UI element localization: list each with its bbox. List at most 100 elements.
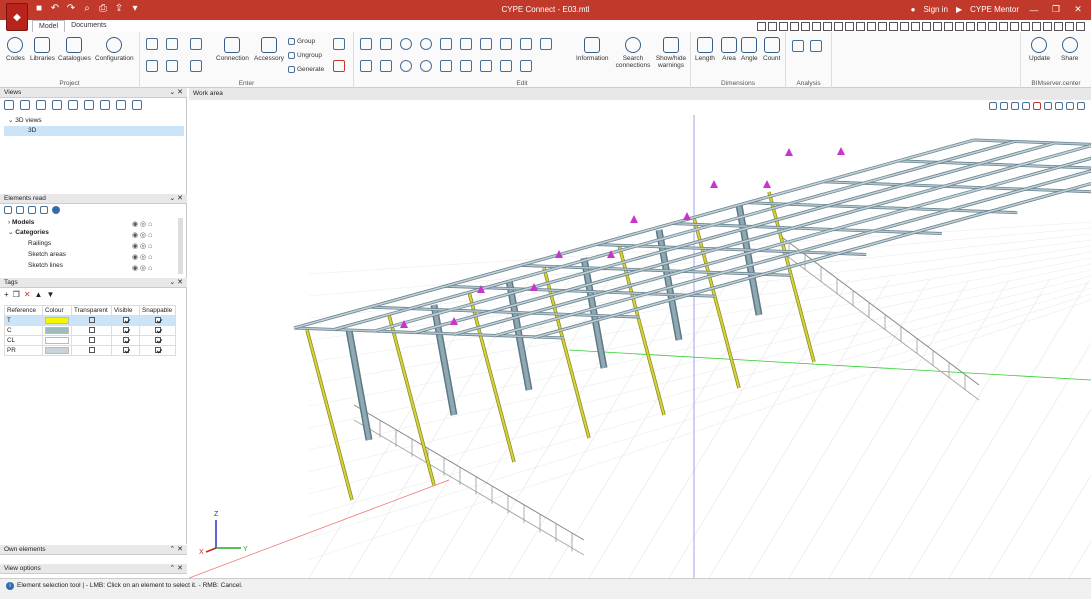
view-icon[interactable] xyxy=(889,22,898,31)
collapse-icon[interactable] xyxy=(16,206,24,214)
view-icon[interactable] xyxy=(988,22,997,31)
tag-snappable[interactable] xyxy=(139,325,176,336)
grid-line[interactable] xyxy=(988,280,1091,579)
ungroup-button[interactable]: Ungroup xyxy=(288,52,322,59)
view-icon[interactable] xyxy=(922,22,931,31)
grid-line[interactable] xyxy=(748,279,930,579)
column-icon[interactable] xyxy=(190,38,202,50)
minimize-button[interactable]: — xyxy=(1027,5,1041,15)
colour-swatch[interactable] xyxy=(45,336,69,344)
generate-button[interactable]: Generate xyxy=(288,66,324,73)
tree-3d-view-selected[interactable]: 3D xyxy=(4,126,184,136)
update-button[interactable]: Update xyxy=(1029,37,1050,62)
layers-icon[interactable] xyxy=(1055,102,1063,110)
close-button[interactable]: ✕ xyxy=(1071,4,1085,15)
plate-icon[interactable] xyxy=(166,60,178,72)
view-icon[interactable] xyxy=(944,22,953,31)
extend-icon[interactable] xyxy=(460,38,472,50)
connection-marker[interactable] xyxy=(763,180,771,188)
section-box-icon[interactable] xyxy=(1033,102,1041,110)
filter-icon[interactable] xyxy=(1077,102,1085,110)
eye-icon[interactable]: ◉ ◎ ⌂ xyxy=(132,252,152,263)
group-button[interactable]: Group xyxy=(288,38,315,45)
view-icon[interactable] xyxy=(834,22,843,31)
connection-button[interactable]: Connection xyxy=(216,37,249,62)
tag-transparent[interactable] xyxy=(71,325,112,336)
copy-view-icon[interactable] xyxy=(20,100,30,110)
panel-controls[interactable]: ⌄ ✕ xyxy=(169,88,183,98)
bolt-icon[interactable] xyxy=(480,60,492,72)
codes-button[interactable]: Codes xyxy=(6,37,25,62)
anchor-icon[interactable] xyxy=(1022,102,1030,110)
brace[interactable] xyxy=(306,329,353,501)
tag-colour[interactable] xyxy=(42,315,72,326)
view-icon[interactable] xyxy=(801,22,810,31)
checkbox[interactable] xyxy=(122,317,129,324)
purlin[interactable] xyxy=(453,146,1091,336)
share-button[interactable]: Share xyxy=(1061,37,1078,62)
connection-marker[interactable] xyxy=(785,148,793,156)
tree-categories[interactable]: ⌄ Categories xyxy=(8,228,49,238)
eye-icon[interactable]: ◉ ◎ ⌂ xyxy=(132,219,152,230)
mirror-alt-icon[interactable] xyxy=(420,60,432,72)
new-view-icon[interactable] xyxy=(4,100,14,110)
view-icon[interactable] xyxy=(911,22,920,31)
3d-model-view[interactable]: Z Y X xyxy=(188,100,1091,579)
area-button[interactable]: Area xyxy=(721,37,737,62)
section-icon[interactable] xyxy=(540,38,552,50)
checkbox[interactable] xyxy=(88,337,95,344)
mentor-link[interactable]: CYPE Mentor xyxy=(970,5,1019,14)
rotate-alt-icon[interactable] xyxy=(400,60,412,72)
work-area-viewport[interactable]: Z Y X xyxy=(188,100,1091,579)
view-icon[interactable] xyxy=(966,22,975,31)
purlin[interactable] xyxy=(413,144,1091,334)
checkbox[interactable] xyxy=(122,327,129,334)
panel-controls[interactable]: ⌃ ✕ xyxy=(169,545,183,555)
eye-icon[interactable]: ◉ ◎ ⌂ xyxy=(132,263,152,274)
checkbox[interactable] xyxy=(122,337,129,344)
panel-controls[interactable]: ⌄ ✕ xyxy=(169,194,183,204)
libraries-button[interactable]: Libraries xyxy=(30,37,55,62)
stretch-icon[interactable] xyxy=(520,38,532,50)
copy-icon[interactable] xyxy=(440,38,452,50)
profile-icon[interactable] xyxy=(480,38,492,50)
brace[interactable] xyxy=(468,291,515,463)
camera-alt-icon[interactable] xyxy=(100,100,110,110)
brace[interactable] xyxy=(388,314,435,486)
checkbox[interactable] xyxy=(154,317,161,324)
tag-colour[interactable] xyxy=(42,335,72,346)
view-icon[interactable] xyxy=(878,22,887,31)
panel-controls[interactable]: ⌃ ✕ xyxy=(169,564,183,574)
view-icon[interactable] xyxy=(812,22,821,31)
view-icon[interactable] xyxy=(790,22,799,31)
user-icon[interactable] xyxy=(520,60,532,72)
edit-view-icon[interactable] xyxy=(36,100,46,110)
grid-line[interactable] xyxy=(668,279,850,579)
purlin[interactable] xyxy=(533,150,1091,339)
rotate-icon[interactable] xyxy=(400,38,412,50)
view-icon[interactable] xyxy=(900,22,909,31)
move-up-icon[interactable]: ▲ xyxy=(35,290,43,299)
weld-icon[interactable] xyxy=(460,60,472,72)
delete-view-icon[interactable] xyxy=(52,100,62,110)
grid-icon[interactable] xyxy=(146,38,158,50)
table-row[interactable]: T xyxy=(4,315,176,326)
edit-icon[interactable] xyxy=(360,38,372,50)
wireframe-icon[interactable] xyxy=(1011,102,1019,110)
move-alt-icon[interactable] xyxy=(380,60,392,72)
tab-model[interactable]: Model xyxy=(32,20,66,32)
table-row[interactable]: C xyxy=(4,325,176,336)
checkbox[interactable] xyxy=(88,347,95,354)
information-button[interactable]: Information xyxy=(576,37,609,62)
column[interactable] xyxy=(737,204,761,316)
camera-icon[interactable] xyxy=(84,100,94,110)
checkbox[interactable] xyxy=(154,347,161,354)
delete-icon[interactable] xyxy=(333,60,345,72)
layers-icon[interactable] xyxy=(116,100,126,110)
purlin[interactable] xyxy=(453,146,1091,336)
colour-swatch[interactable] xyxy=(45,326,69,334)
orbit-icon[interactable] xyxy=(989,102,997,110)
connection-marker[interactable] xyxy=(837,147,845,155)
checkbox[interactable] xyxy=(88,327,95,334)
show-hide-warnings-button[interactable]: Show/hide warnings xyxy=(654,37,688,69)
